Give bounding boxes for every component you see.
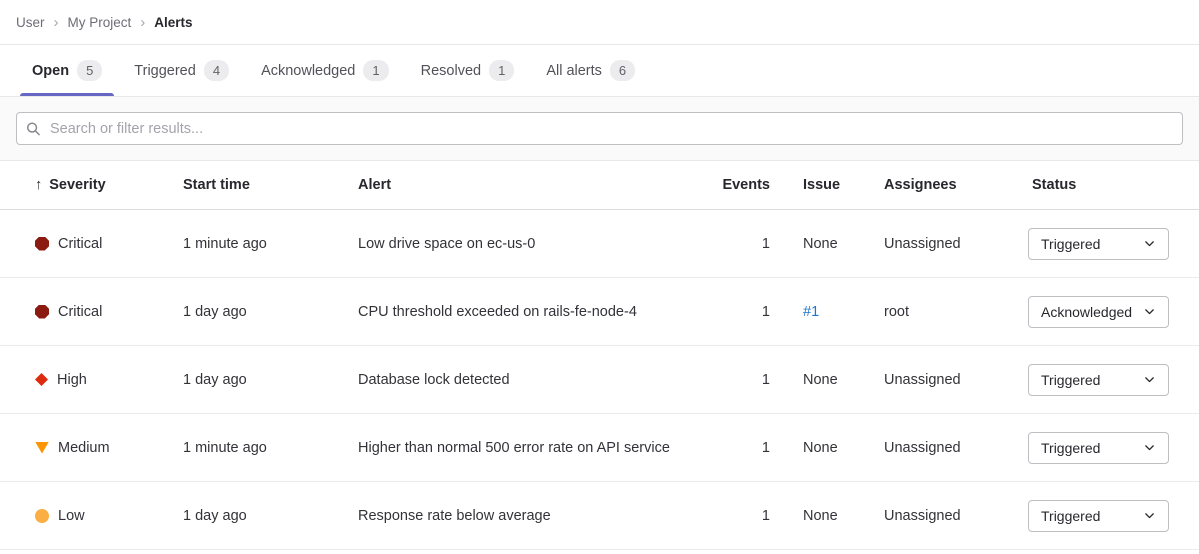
column-header-status: Status bbox=[1028, 177, 1183, 193]
alert-title-cell[interactable]: Higher than normal 500 error rate on API… bbox=[358, 440, 710, 456]
sort-ascending-icon[interactable]: ↑ bbox=[35, 177, 42, 193]
severity-label: Low bbox=[58, 508, 85, 524]
severity-cell: Medium bbox=[35, 440, 183, 456]
column-header-assignees: Assignees bbox=[884, 177, 1028, 193]
severity-cell: High bbox=[35, 372, 183, 388]
tab-label: Triggered bbox=[134, 63, 196, 79]
tab-count-badge: 5 bbox=[77, 60, 102, 81]
severity-label: High bbox=[57, 372, 87, 388]
alert-title-cell[interactable]: Low drive space on ec-us-0 bbox=[358, 236, 710, 252]
alert-title-cell[interactable]: Response rate below average bbox=[358, 508, 710, 524]
severity-cell: Critical bbox=[35, 236, 183, 252]
tab-all-alerts[interactable]: All alerts 6 bbox=[530, 45, 651, 96]
assignees-cell: Unassigned bbox=[884, 372, 1028, 388]
tab-resolved[interactable]: Resolved 1 bbox=[405, 45, 531, 96]
issue-cell: None bbox=[770, 508, 884, 524]
chevron-down-icon bbox=[1143, 305, 1156, 318]
events-cell: 1 bbox=[710, 236, 770, 252]
status-value: Triggered bbox=[1041, 508, 1100, 524]
chevron-down-icon bbox=[1143, 237, 1156, 250]
status-dropdown[interactable]: Triggered bbox=[1028, 432, 1169, 464]
table-row[interactable]: Critical 1 minute ago Low drive space on… bbox=[0, 210, 1199, 278]
alert-title-cell[interactable]: Database lock detected bbox=[358, 372, 710, 388]
severity-cell: Critical bbox=[35, 304, 183, 320]
search-icon bbox=[26, 121, 41, 136]
alerts-tabs: Open 5 Triggered 4 Acknowledged 1 Resolv… bbox=[0, 45, 1199, 97]
tab-label: Open bbox=[32, 63, 69, 79]
column-header-severity[interactable]: ↑Severity bbox=[35, 177, 183, 193]
severity-low-icon bbox=[35, 509, 49, 523]
column-header-events[interactable]: Events bbox=[710, 177, 770, 193]
status-value: Triggered bbox=[1041, 440, 1100, 456]
chevron-down-icon bbox=[1143, 373, 1156, 386]
table-row[interactable]: Medium 1 minute ago Higher than normal 5… bbox=[0, 414, 1199, 482]
severity-high-icon bbox=[35, 373, 48, 386]
issue-link[interactable]: #1 bbox=[803, 304, 819, 320]
events-cell: 1 bbox=[710, 304, 770, 320]
chevron-down-icon bbox=[1143, 441, 1156, 454]
assignees-cell: root bbox=[884, 304, 1028, 320]
assignees-cell: Unassigned bbox=[884, 440, 1028, 456]
assignees-cell: Unassigned bbox=[884, 236, 1028, 252]
status-dropdown[interactable]: Triggered bbox=[1028, 364, 1169, 396]
breadcrumb-project[interactable]: My Project bbox=[68, 15, 132, 30]
assignees-cell: Unassigned bbox=[884, 508, 1028, 524]
table-row[interactable]: Critical 1 day ago CPU threshold exceede… bbox=[0, 278, 1199, 346]
chevron-down-icon bbox=[1143, 509, 1156, 522]
chevron-right-icon: › bbox=[54, 14, 59, 31]
start-time-cell: 1 minute ago bbox=[183, 440, 358, 456]
tab-count-badge: 1 bbox=[363, 60, 388, 81]
breadcrumb-alerts: Alerts bbox=[154, 15, 192, 30]
tab-count-badge: 6 bbox=[610, 60, 635, 81]
severity-label: Critical bbox=[58, 304, 102, 320]
start-time-cell: 1 day ago bbox=[183, 304, 358, 320]
events-cell: 1 bbox=[710, 372, 770, 388]
table-row[interactable]: Low 1 day ago Response rate below averag… bbox=[0, 482, 1199, 550]
events-cell: 1 bbox=[710, 508, 770, 524]
severity-label: Critical bbox=[58, 236, 102, 252]
tab-count-badge: 1 bbox=[489, 60, 514, 81]
start-time-cell: 1 minute ago bbox=[183, 236, 358, 252]
events-cell: 1 bbox=[710, 440, 770, 456]
table-row[interactable]: High 1 day ago Database lock detected 1 … bbox=[0, 346, 1199, 414]
tab-label: All alerts bbox=[546, 63, 602, 79]
severity-label: Medium bbox=[58, 440, 110, 456]
severity-critical-icon bbox=[35, 237, 49, 251]
alert-title-cell[interactable]: CPU threshold exceeded on rails-fe-node-… bbox=[358, 304, 710, 320]
search-input[interactable] bbox=[16, 112, 1183, 145]
chevron-right-icon: › bbox=[140, 14, 145, 31]
issue-cell: None bbox=[770, 236, 884, 252]
search-band bbox=[0, 97, 1199, 161]
issue-cell: None bbox=[770, 372, 884, 388]
column-header-alert: Alert bbox=[358, 177, 710, 193]
start-time-cell: 1 day ago bbox=[183, 508, 358, 524]
severity-medium-icon bbox=[35, 442, 49, 454]
column-header-issue: Issue bbox=[770, 177, 884, 193]
tab-label: Acknowledged bbox=[261, 63, 355, 79]
severity-cell: Low bbox=[35, 508, 183, 524]
issue-cell: None bbox=[770, 440, 884, 456]
status-dropdown[interactable]: Triggered bbox=[1028, 500, 1169, 532]
status-value: Acknowledged bbox=[1041, 304, 1132, 320]
tab-triggered[interactable]: Triggered 4 bbox=[118, 45, 245, 96]
tab-acknowledged[interactable]: Acknowledged 1 bbox=[245, 45, 405, 96]
table-header: ↑Severity Start time Alert Events Issue … bbox=[0, 161, 1199, 210]
tab-label: Resolved bbox=[421, 63, 481, 79]
tab-open[interactable]: Open 5 bbox=[16, 45, 118, 96]
column-header-start-time[interactable]: Start time bbox=[183, 177, 358, 193]
status-value: Triggered bbox=[1041, 236, 1100, 252]
breadcrumb-user[interactable]: User bbox=[16, 15, 45, 30]
status-value: Triggered bbox=[1041, 372, 1100, 388]
status-dropdown[interactable]: Acknowledged bbox=[1028, 296, 1169, 328]
breadcrumb: User › My Project › Alerts bbox=[0, 0, 1199, 45]
status-dropdown[interactable]: Triggered bbox=[1028, 228, 1169, 260]
tab-count-badge: 4 bbox=[204, 60, 229, 81]
severity-critical-icon bbox=[35, 305, 49, 319]
start-time-cell: 1 day ago bbox=[183, 372, 358, 388]
